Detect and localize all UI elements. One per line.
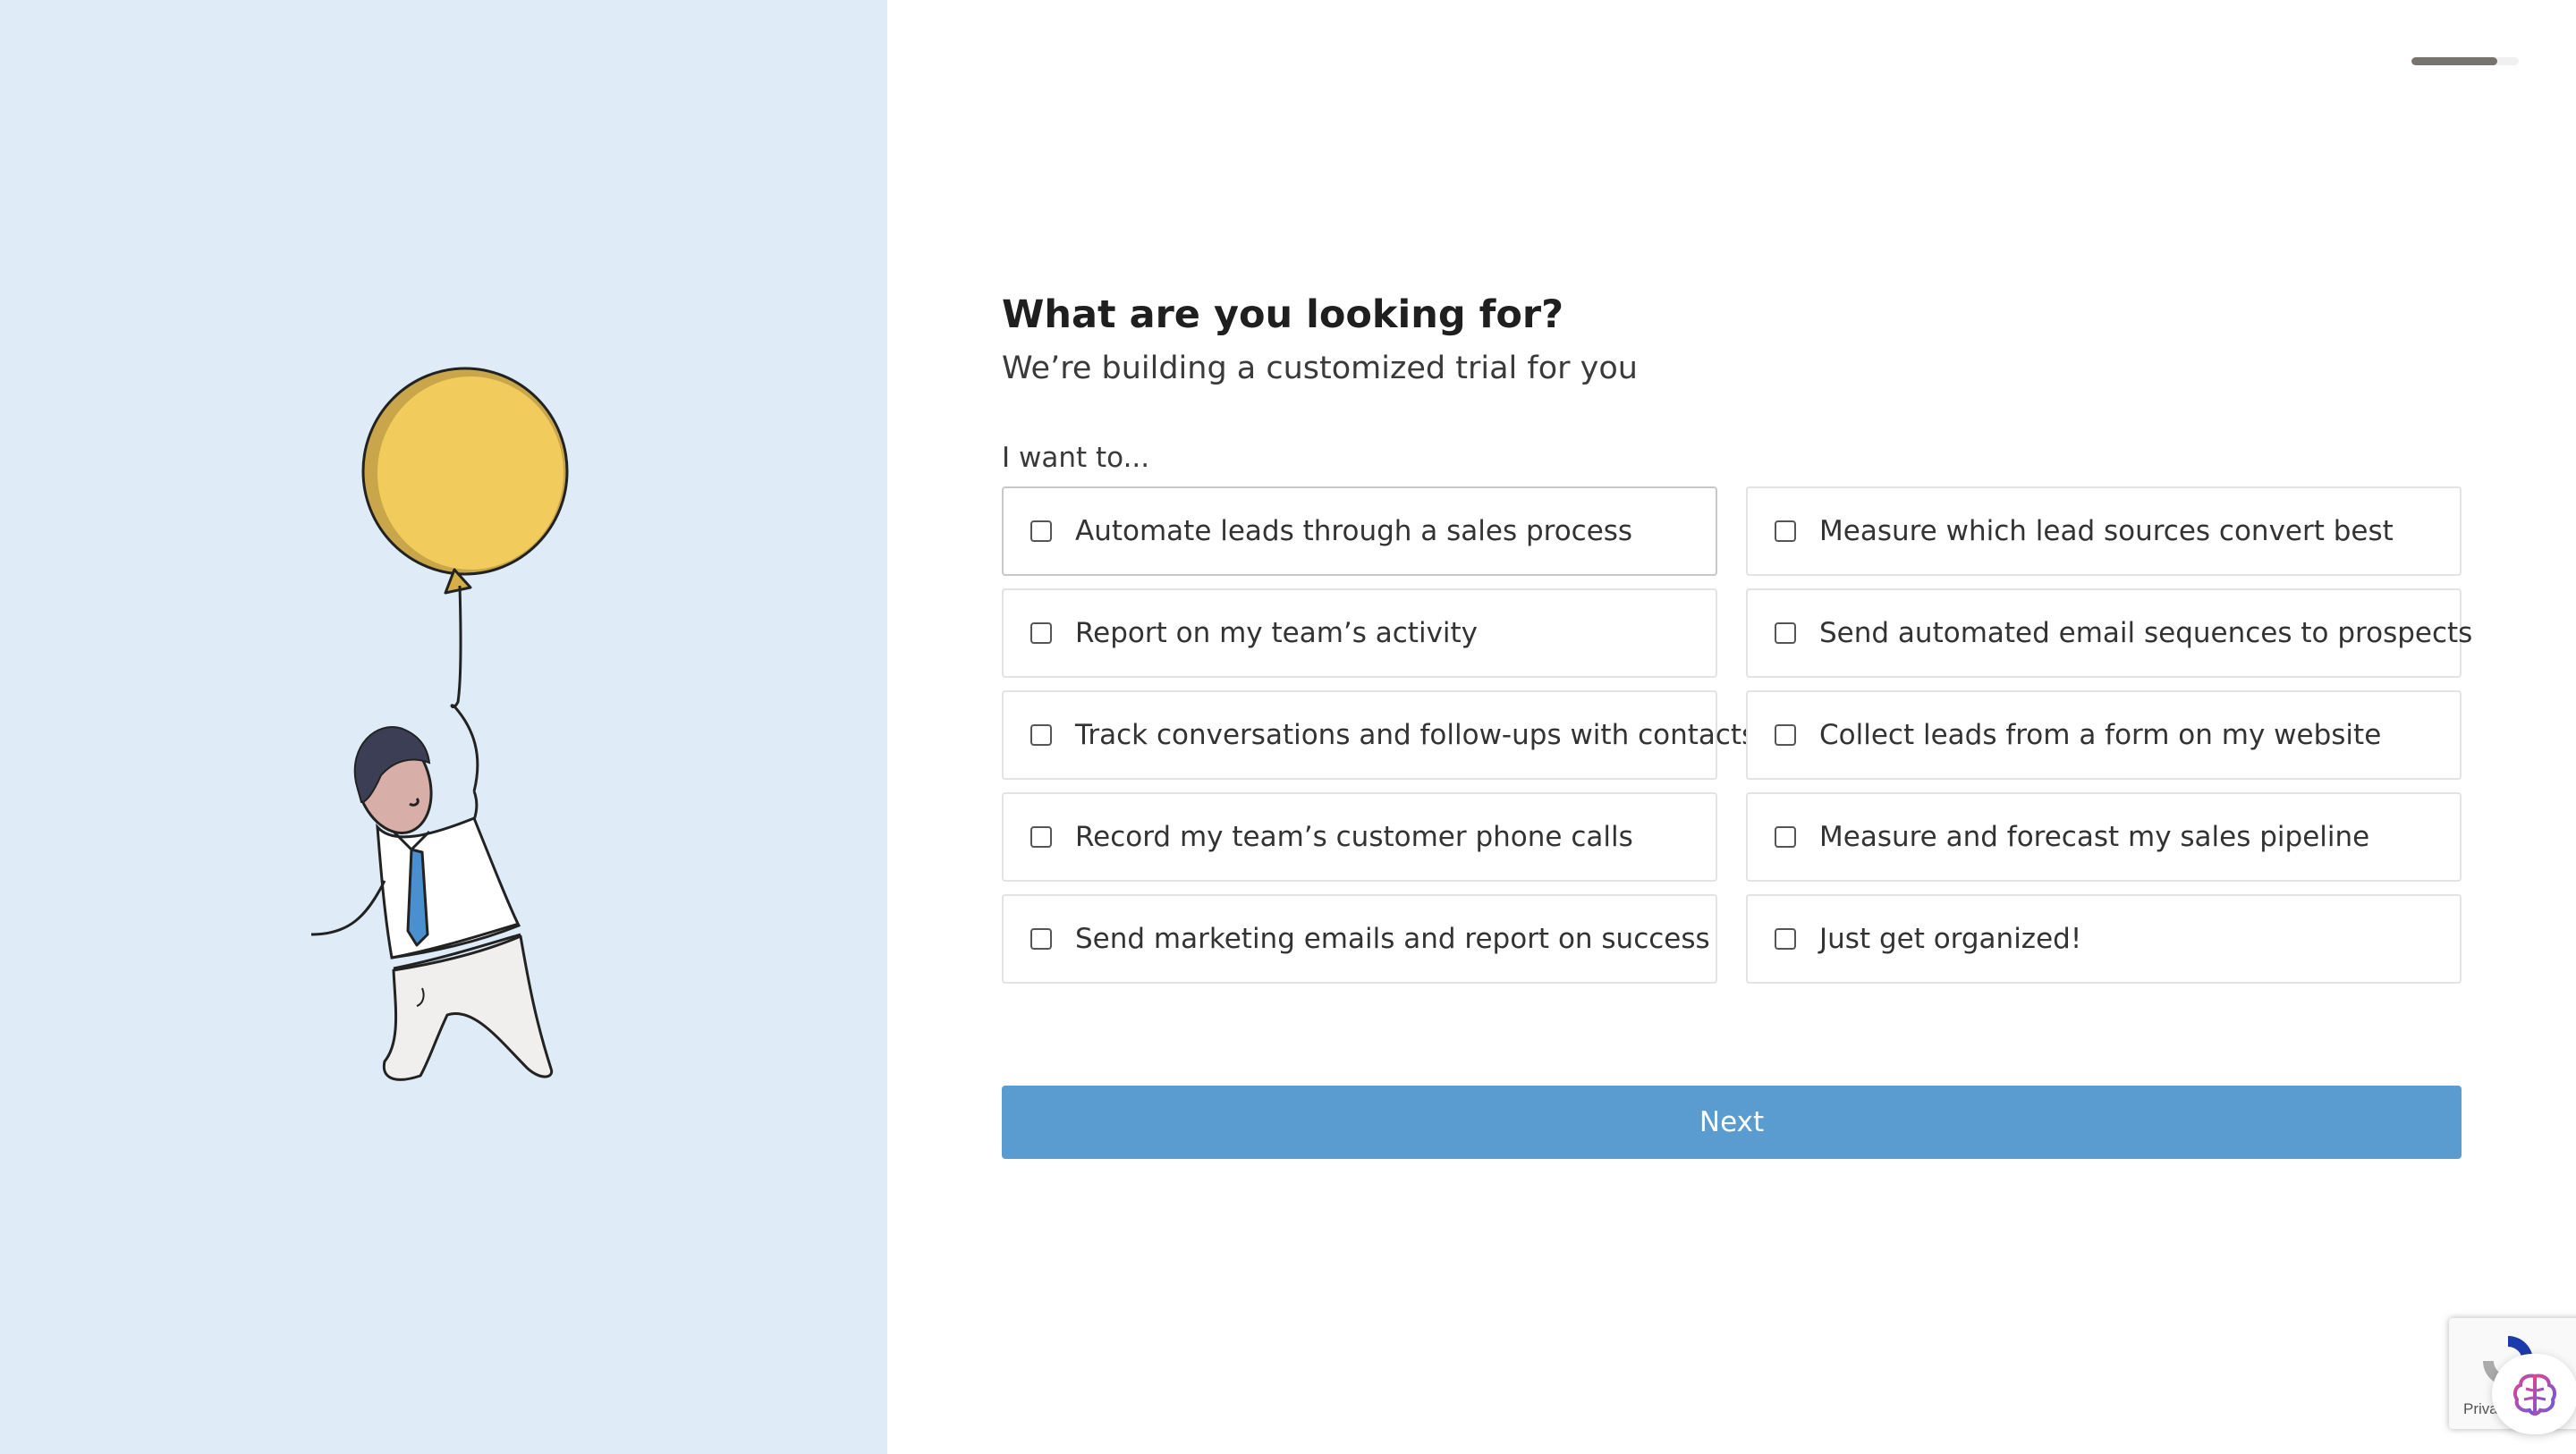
option-label: Measure which lead sources convert best <box>1819 515 2394 547</box>
option-get-organized[interactable]: Just get organized! <box>1746 894 2462 984</box>
option-label: Send automated email sequences to prospe… <box>1819 617 2473 649</box>
checkbox[interactable] <box>1030 520 1052 542</box>
option-label: Automate leads through a sales process <box>1075 515 1633 547</box>
goals-form: What are you looking for? We’re building… <box>1002 286 2472 1159</box>
brain-icon <box>2512 1374 2557 1416</box>
option-measure-lead-sources[interactable]: Measure which lead sources convert best <box>1746 486 2462 576</box>
option-label: Report on my team’s activity <box>1075 617 1479 649</box>
checkbox[interactable] <box>1775 928 1796 950</box>
balloon-man-illustration <box>310 367 569 1081</box>
next-button[interactable]: Next <box>1002 1086 2462 1159</box>
progress-bar-fill <box>2411 57 2497 65</box>
page-title: What are you looking for? <box>1002 292 1564 337</box>
checkbox[interactable] <box>1775 520 1796 542</box>
option-report-team-activity[interactable]: Report on my team’s activity <box>1002 588 1717 678</box>
option-label: Track conversations and follow-ups with … <box>1075 719 1757 751</box>
checkbox[interactable] <box>1775 622 1796 644</box>
option-label: Collect leads from a form on my website <box>1819 719 2382 751</box>
checkbox[interactable] <box>1030 928 1052 950</box>
options-grid: Automate leads through a sales process M… <box>1002 486 2472 984</box>
checkbox[interactable] <box>1030 622 1052 644</box>
illustration-panel <box>0 0 887 1454</box>
signup-page: What are you looking for? We’re building… <box>0 0 2576 1454</box>
progress-bar <box>2411 57 2519 65</box>
checkbox[interactable] <box>1030 724 1052 746</box>
option-label: Record my team’s customer phone calls <box>1075 821 1633 853</box>
option-label: Send marketing emails and report on succ… <box>1075 923 1710 955</box>
option-email-sequences[interactable]: Send automated email sequences to prospe… <box>1746 588 2472 678</box>
option-automate-leads[interactable]: Automate leads through a sales process <box>1002 486 1717 576</box>
option-track-conversations[interactable]: Track conversations and follow-ups with … <box>1002 690 1756 780</box>
assistant-button[interactable] <box>2492 1354 2576 1434</box>
checkbox[interactable] <box>1030 826 1052 848</box>
option-forecast-pipeline[interactable]: Measure and forecast my sales pipeline <box>1746 792 2462 882</box>
checkbox[interactable] <box>1775 724 1796 746</box>
checkbox[interactable] <box>1775 826 1796 848</box>
option-collect-leads-form[interactable]: Collect leads from a form on my website <box>1746 690 2462 780</box>
option-label: Measure and forecast my sales pipeline <box>1819 821 2370 853</box>
option-label: Just get organized! <box>1819 923 2082 955</box>
page-subtitle: We’re building a customized trial for yo… <box>1002 351 1638 386</box>
options-label: I want to... <box>1002 442 1150 474</box>
option-marketing-emails[interactable]: Send marketing emails and report on succ… <box>1002 894 1717 984</box>
option-record-phone-calls[interactable]: Record my team’s customer phone calls <box>1002 792 1717 882</box>
